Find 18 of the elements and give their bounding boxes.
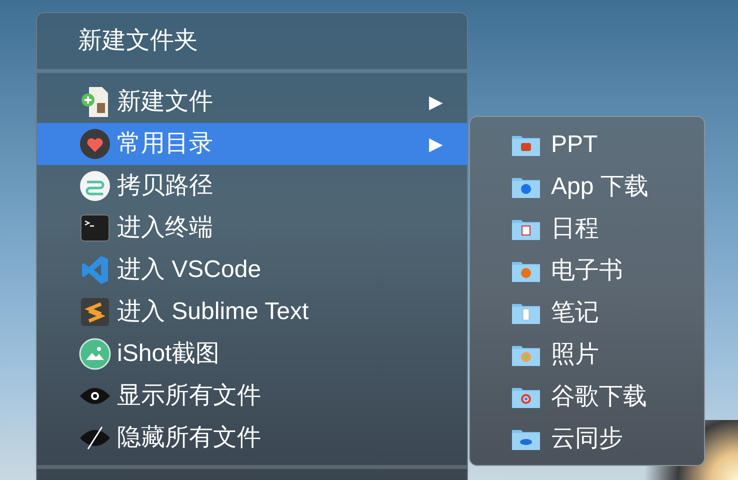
submenu-item[interactable]: 日程: [470, 208, 704, 250]
submenu-item[interactable]: 谷歌下载: [470, 376, 704, 418]
menu-item[interactable]: iShot截图: [37, 333, 467, 375]
submenu-item[interactable]: PPT: [470, 124, 704, 166]
submenu-item[interactable]: 电子书: [470, 250, 704, 292]
menu-item[interactable]: 新建文件 ▶: [37, 81, 467, 123]
submenu-item[interactable]: 照片: [470, 334, 704, 376]
menu-item[interactable]: 进入 Sublime Text: [37, 291, 467, 333]
menu-item[interactable]: 常用目录 ▶: [37, 123, 467, 165]
menu-item[interactable]: 新建文件夹: [78, 29, 198, 53]
submenu-item[interactable]: App 下载: [470, 166, 704, 208]
submenu-item[interactable]: 笔记: [470, 292, 704, 334]
menu-item[interactable]: 显示所有文件: [37, 375, 467, 417]
menu-item[interactable]: 进入终端: [37, 207, 467, 249]
submenu-item[interactable]: 云同步: [470, 418, 704, 460]
menu-item[interactable]: 拷贝路径: [37, 165, 467, 207]
menu-item[interactable]: 隐藏所有文件: [37, 417, 467, 459]
menu-item[interactable]: 进入 VSCode: [37, 249, 467, 291]
